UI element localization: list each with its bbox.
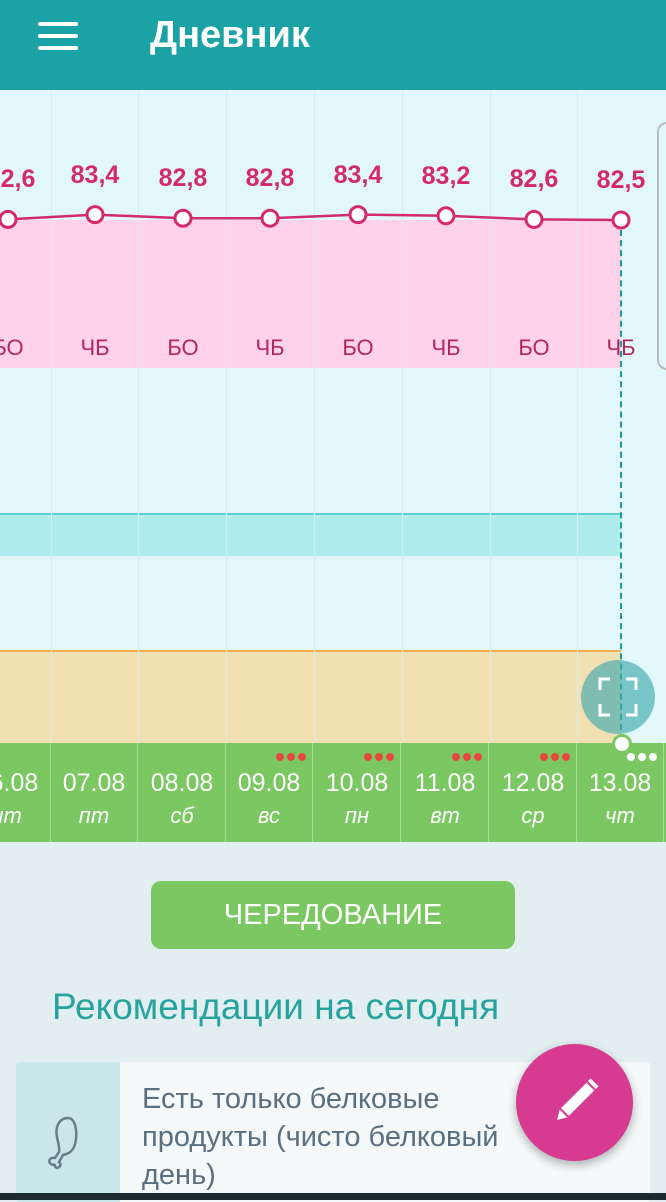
status-dots-icon: [627, 753, 657, 761]
day-weekday: чт: [605, 803, 635, 828]
day-type-label: ЧБ: [431, 335, 461, 360]
alternation-button[interactable]: ЧЕРЕДОВАНИЕ: [151, 881, 515, 949]
weight-point[interactable]: [173, 208, 193, 228]
date-strip: 06.08 чт 07.08 пт 08.08 сб 09.08 вс 10.08 пн 11.08…: [0, 743, 666, 842]
day-date: 07.08: [62, 769, 126, 797]
weight-value-label: 83,2: [421, 161, 471, 190]
day-cell[interactable]: 08.08 сб: [139, 743, 226, 842]
day-cell[interactable]: 06.08 чт: [0, 743, 51, 842]
weight-value-label: 82,6: [509, 165, 559, 194]
hamburger-menu-icon[interactable]: [38, 22, 78, 50]
day-cell[interactable]: 09.08 вс: [226, 743, 313, 842]
cyan-band: [0, 513, 621, 556]
day-date: 09.08: [237, 769, 301, 797]
day-cell[interactable]: 11.08 вт: [402, 743, 489, 842]
beige-band: [0, 650, 621, 743]
status-dots-icon: [364, 753, 394, 761]
day-cell[interactable]: 13.08 чт: [577, 743, 664, 842]
status-dots-icon: [276, 753, 306, 761]
recommendations-heading: Рекомендации на сегодня: [52, 986, 500, 1027]
day-weekday: ср: [521, 803, 545, 828]
status-dots-icon: [452, 753, 482, 761]
day-cell[interactable]: 10.08 пн: [314, 743, 401, 842]
system-nav-bar: [0, 1193, 666, 1200]
weight-point[interactable]: [0, 209, 18, 229]
day-date: 13.08: [588, 769, 652, 797]
day-type-label: ЧБ: [255, 335, 285, 360]
day-weekday: чт: [0, 803, 22, 828]
day-type-label: БО: [167, 335, 199, 360]
day-type-label: ЧБ: [80, 335, 110, 360]
recommendation-text: Есть только белковые продукты (чисто бел…: [142, 1083, 499, 1191]
day-weekday: вс: [258, 803, 280, 828]
expand-icon: [598, 677, 638, 717]
weight-point[interactable]: [611, 210, 631, 230]
weight-point[interactable]: [348, 205, 368, 225]
weight-value-label: 83,4: [333, 160, 383, 189]
day-cell[interactable]: 07.08 пт: [51, 743, 138, 842]
app-bar: Дневник: [0, 0, 666, 90]
day-cell[interactable]: 12.08 ср: [490, 743, 577, 842]
weight-chart[interactable]: 2,6 БО 83,4 ЧБ 82,8 БО 82,8 ЧБ 83,4 БО 83,2 ЧБ 82,6 Б…: [0, 90, 666, 743]
weight-point[interactable]: [260, 208, 280, 228]
today-indicator: [612, 734, 632, 754]
day-weekday: сб: [170, 803, 194, 828]
weight-point[interactable]: [436, 206, 456, 226]
day-type-label: БО: [0, 335, 24, 360]
chicken-leg-icon: [48, 1116, 78, 1170]
day-date: 06.08: [0, 769, 39, 797]
day-date: 08.08: [150, 769, 214, 797]
weight-point[interactable]: [85, 205, 105, 225]
day-type-label: БО: [342, 335, 374, 360]
weight-value-label: 82,8: [245, 164, 295, 193]
fullscreen-button[interactable]: [581, 660, 655, 734]
day-date: 11.08: [414, 769, 476, 797]
pencil-icon: [557, 1078, 599, 1120]
weight-value-label: 83,4: [70, 160, 120, 189]
weight-value-label: 82,5: [596, 166, 646, 194]
scroll-indicator[interactable]: [657, 122, 666, 370]
page-title: Дневник: [150, 14, 310, 56]
status-dots-icon: [540, 753, 570, 761]
day-weekday: пн: [344, 803, 370, 828]
weight-value-label: 82,8: [158, 164, 208, 193]
day-date: 10.08: [325, 769, 389, 797]
day-date: 12.08: [501, 769, 565, 797]
day-type-label: БО: [518, 335, 550, 360]
day-weekday: пт: [78, 803, 110, 828]
weight-value-label: 2,6: [0, 165, 36, 194]
edit-fab[interactable]: [516, 1044, 633, 1161]
weight-point[interactable]: [524, 209, 544, 229]
day-weekday: вт: [430, 803, 460, 828]
